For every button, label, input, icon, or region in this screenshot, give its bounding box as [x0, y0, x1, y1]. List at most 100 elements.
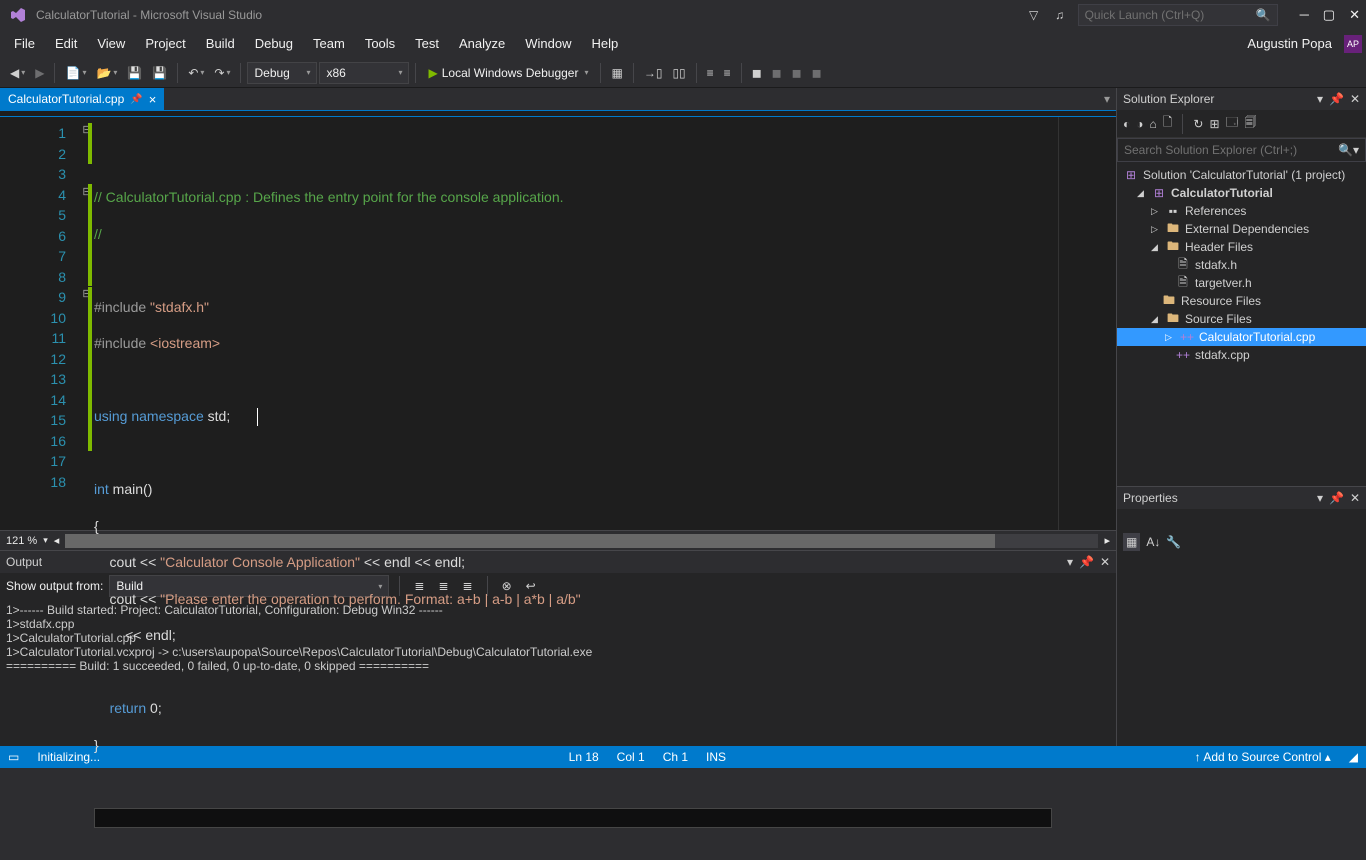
- menu-file[interactable]: File: [4, 32, 45, 55]
- undo-button[interactable]: ↶▾: [184, 64, 208, 82]
- menu-bar: File Edit View Project Build Debug Team …: [0, 30, 1366, 58]
- toolbar-icon-e[interactable]: ◼: [788, 64, 806, 82]
- header-file-icon: 🗎: [1175, 273, 1191, 294]
- status-message: Initializing...: [37, 750, 100, 764]
- properties-wrench-icon[interactable]: 🔧: [1166, 535, 1181, 549]
- panel-position-icon[interactable]: ▾: [1317, 491, 1323, 505]
- menu-edit[interactable]: Edit: [45, 32, 87, 55]
- toolbar-icon-b[interactable]: →▯: [640, 64, 667, 82]
- redo-button[interactable]: ↷▾: [210, 64, 234, 82]
- status-resize-grip[interactable]: ◢: [1349, 750, 1358, 764]
- zoom-level[interactable]: 121 %: [6, 535, 37, 547]
- search-icon: 🔍: [1256, 8, 1271, 22]
- horizontal-scrollbar[interactable]: [65, 534, 1098, 548]
- panel-position-icon[interactable]: ▾: [1317, 92, 1323, 106]
- document-tabs: CalculatorTutorial.cpp 📌 × ▾: [0, 88, 1116, 110]
- nav-back-button[interactable]: ◀▾: [6, 64, 29, 82]
- panel-pin-icon[interactable]: 📌: [1329, 92, 1344, 106]
- solution-explorer-search[interactable]: Search Solution Explorer (Ctrl+;) 🔍▾: [1117, 138, 1366, 162]
- se-preview-icon[interactable]: 🗐: [1245, 113, 1257, 134]
- menu-view[interactable]: View: [87, 32, 135, 55]
- code-area[interactable]: // CalculatorTutorial.cpp : Defines the …: [94, 117, 1058, 530]
- properties-panel: Properties ▾ 📌 ✕ ▦ A↓ 🔧: [1117, 486, 1366, 746]
- menu-help[interactable]: Help: [582, 32, 629, 55]
- toolbar-icon-a[interactable]: ▦: [607, 64, 626, 82]
- se-sync-icon[interactable]: 🗋: [1163, 113, 1173, 134]
- menu-project[interactable]: Project: [135, 32, 195, 55]
- solution-explorer-title: Solution Explorer: [1123, 92, 1214, 106]
- source-control-button[interactable]: ↑ Add to Source Control ▴: [1195, 750, 1331, 764]
- cpp-file-icon: ++: [1175, 348, 1191, 362]
- main-toolbar: ◀▾ ▶ 📄▾ 📂▾ 💾 💾 ↶▾ ↷▾ Debug▾ x86▾ ▶Local …: [0, 58, 1366, 88]
- feedback-icon[interactable]: ♫: [1052, 8, 1068, 22]
- minimize-button[interactable]: ─: [1300, 7, 1309, 23]
- code-editor[interactable]: 123456789101112131415161718 ⊟⊟⊟ // Calcu…: [0, 116, 1116, 530]
- solution-icon: ⊞: [1123, 168, 1139, 182]
- window-position-icon[interactable]: ▾: [1067, 555, 1073, 569]
- se-properties-icon[interactable]: 🗔: [1226, 113, 1239, 134]
- project-icon: ⊞: [1151, 186, 1167, 200]
- menu-debug[interactable]: Debug: [245, 32, 303, 55]
- menu-test[interactable]: Test: [405, 32, 449, 55]
- se-showall-icon[interactable]: ⊞: [1209, 117, 1219, 131]
- menu-team[interactable]: Team: [303, 32, 355, 55]
- avatar[interactable]: AP: [1344, 35, 1362, 53]
- autohide-icon[interactable]: 📌: [1079, 555, 1094, 569]
- toolbar-icon-d[interactable]: ◼: [768, 64, 786, 82]
- tab-scroll-dropdown[interactable]: ▾: [1104, 92, 1110, 106]
- zoom-chevron[interactable]: ▾: [43, 535, 48, 546]
- scroll-right[interactable]: ▸: [1104, 534, 1110, 547]
- pin-icon[interactable]: 📌: [130, 94, 142, 105]
- output-title: Output: [6, 555, 42, 569]
- quick-launch-placeholder: Quick Launch (Ctrl+Q): [1085, 8, 1205, 22]
- new-project-button[interactable]: 📄▾: [61, 64, 90, 82]
- uncomment-button[interactable]: ≡: [720, 64, 735, 82]
- show-output-from-label: Show output from:: [6, 579, 103, 593]
- menu-window[interactable]: Window: [515, 32, 581, 55]
- editor-status-strip: 121 % ▾ ◂ ▸: [0, 530, 1116, 550]
- notifications-icon[interactable]: ▽: [1026, 8, 1042, 22]
- scroll-left[interactable]: ◂: [54, 534, 60, 547]
- menu-build[interactable]: Build: [196, 32, 245, 55]
- open-file-button[interactable]: 📂▾: [92, 64, 121, 82]
- panel-pin-icon[interactable]: 📌: [1329, 491, 1344, 505]
- maximize-button[interactable]: ▢: [1323, 7, 1335, 23]
- window-title: CalculatorTutorial - Microsoft Visual St…: [36, 8, 262, 22]
- quick-launch-input[interactable]: Quick Launch (Ctrl+Q) 🔍: [1078, 4, 1278, 26]
- references-icon: ▪▪: [1165, 204, 1181, 218]
- tab-calculator-cpp[interactable]: CalculatorTutorial.cpp 📌 ×: [0, 88, 164, 110]
- platform-dropdown[interactable]: x86▾: [319, 62, 409, 84]
- close-icon[interactable]: ×: [149, 92, 157, 107]
- close-button[interactable]: ✕: [1349, 7, 1360, 23]
- close-panel-icon[interactable]: ✕: [1100, 555, 1110, 569]
- folder-icon: 🖿: [1165, 309, 1181, 330]
- categorized-icon[interactable]: ▦: [1123, 533, 1140, 551]
- configuration-dropdown[interactable]: Debug▾: [247, 62, 317, 84]
- toolbar-icon-c[interactable]: ▯▯: [668, 64, 689, 82]
- menu-analyze[interactable]: Analyze: [449, 32, 515, 55]
- panel-close-icon[interactable]: ✕: [1350, 491, 1360, 505]
- se-fwd-icon[interactable]: ◑: [1136, 117, 1143, 131]
- nav-fwd-button[interactable]: ▶: [31, 64, 48, 82]
- solution-explorer-toolbar: ◐ ◑ ⌂ 🗋 ↻ ⊞ 🗔 🗐: [1117, 110, 1366, 138]
- panel-close-icon[interactable]: ✕: [1350, 92, 1360, 106]
- menu-tools[interactable]: Tools: [355, 32, 405, 55]
- se-refresh-icon[interactable]: ↻: [1193, 117, 1203, 131]
- comment-button[interactable]: ≡: [703, 64, 718, 82]
- start-debug-button[interactable]: ▶Local Windows Debugger▾: [422, 64, 594, 82]
- minimap[interactable]: [1058, 117, 1116, 530]
- tree-item-selected[interactable]: ▷++CalculatorTutorial.cpp: [1117, 328, 1366, 346]
- save-button[interactable]: 💾: [123, 64, 146, 82]
- save-all-button[interactable]: 💾: [148, 64, 171, 82]
- alphabetical-icon[interactable]: A↓: [1146, 535, 1160, 549]
- se-home-icon[interactable]: ⌂: [1150, 117, 1157, 131]
- toolbar-icon-f[interactable]: ◼: [808, 64, 826, 82]
- title-bar: CalculatorTutorial - Microsoft Visual St…: [0, 0, 1366, 30]
- solution-explorer-panel: Solution Explorer ▾ 📌 ✕ ◐ ◑ ⌂ 🗋 ↻ ⊞ 🗔 🗐 Se…: [1117, 88, 1366, 486]
- bookmark-button[interactable]: ◼: [748, 64, 766, 82]
- solution-tree[interactable]: ⊞Solution 'CalculatorTutorial' (1 projec…: [1117, 162, 1366, 368]
- vs-logo-icon: [10, 7, 26, 23]
- properties-title: Properties: [1123, 491, 1178, 505]
- user-name[interactable]: Augustin Popa: [1241, 36, 1338, 51]
- se-back-icon[interactable]: ◐: [1123, 117, 1130, 131]
